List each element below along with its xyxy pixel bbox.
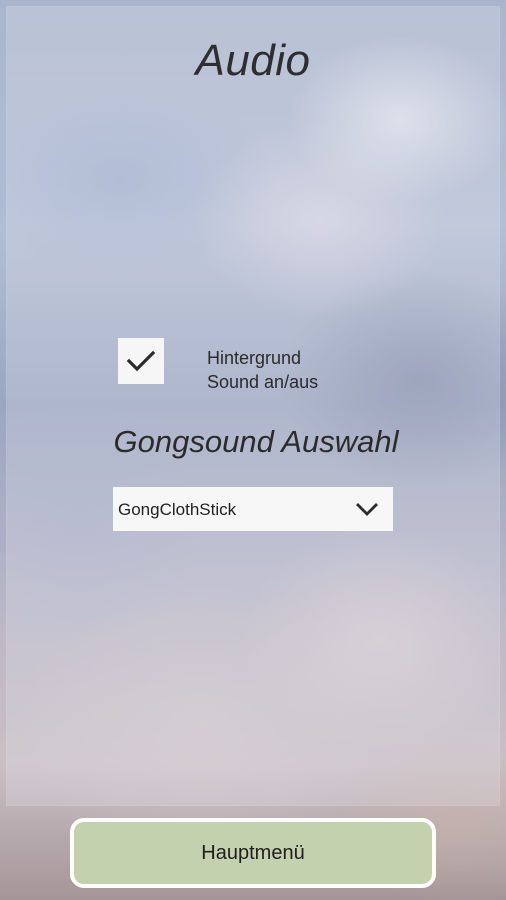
main-menu-button-label: Hauptmenü [201,841,305,864]
background-sound-label-line2: Sound an/aus [207,372,319,392]
main-menu-button[interactable]: Hauptmenü [70,818,436,888]
gong-section-title: Gongsound Auswahl [113,424,399,459]
page-title: Audio [195,36,311,85]
checkmark-icon [126,350,156,372]
background-sound-label-line1: Hintergrund [207,348,302,368]
chevron-down-icon [356,503,378,516]
content-panel [6,6,500,806]
gong-sound-selected-value: GongClothStick [118,500,237,519]
gong-sound-dropdown[interactable]: GongClothStick [113,487,393,531]
background-sound-checkbox[interactable] [118,338,164,384]
background-sound-label: Hintergrund Sound an/aus [207,346,387,394]
audio-settings-screen: Audio Hintergrund Sound an/aus Gongsound… [0,0,506,900]
